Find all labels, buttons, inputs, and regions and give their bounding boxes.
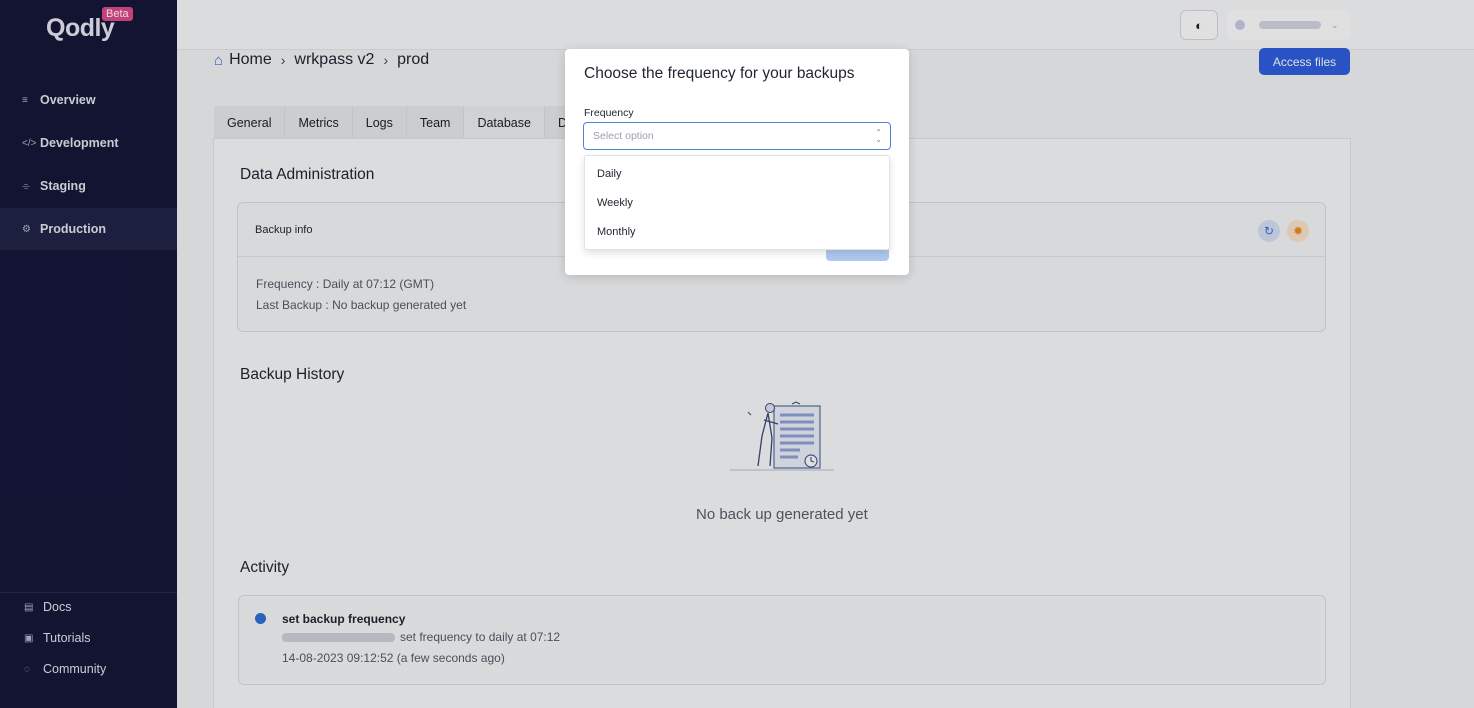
option-weekly[interactable]: Weekly [597,197,633,209]
option-daily[interactable]: Daily [597,168,621,180]
option-monthly[interactable]: Monthly [597,226,636,238]
modal-title: Choose the frequency for your backups [584,65,855,82]
select-placeholder: Select option [593,130,654,142]
frequency-select[interactable]: Select option ⌃ ⌄ [583,122,891,150]
select-arrows-icon: ⌃ ⌄ [875,128,882,144]
frequency-field-label: Frequency [584,107,634,119]
frequency-dropdown: Daily Weekly Monthly [584,155,890,250]
